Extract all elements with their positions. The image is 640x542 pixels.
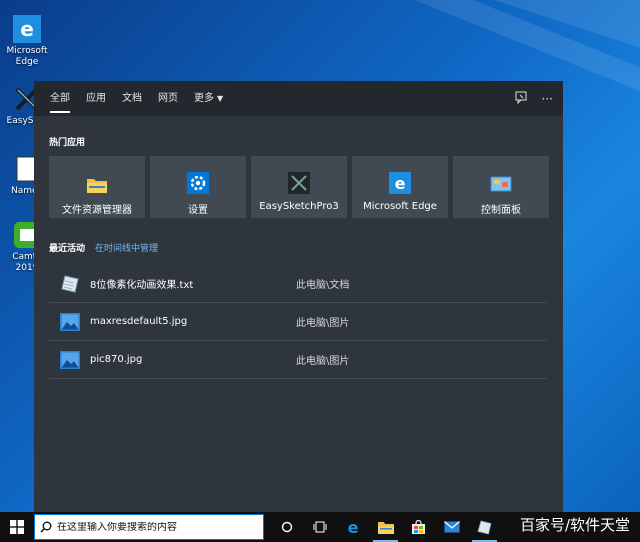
windows-logo-icon (10, 520, 24, 534)
easysketch-icon (288, 156, 310, 194)
app-name: Microsoft Edge (363, 201, 437, 212)
recent-activity-heading: 最近活动 (49, 244, 86, 254)
start-button[interactable] (0, 512, 34, 542)
list-item[interactable]: maxresdefault5.jpg 此电脑\图片 (49, 303, 547, 341)
svg-text:e: e (20, 17, 34, 41)
search-panel: 全部 应用 文档 网页 更多 ▼ ··· 热门应用 文件资源管理器 设置 Eas… (34, 81, 563, 512)
recent-activity-list: 8位像素化动画效果.txt 此电脑\文档 maxresdefault5.jpg … (49, 265, 547, 379)
recent-item-path: 此电脑\图片 (296, 318, 350, 329)
edge-icon[interactable]: e (336, 512, 369, 542)
mail-icon[interactable] (435, 512, 468, 542)
watermark-text: 百家号/软件天堂 (519, 516, 630, 534)
tab-all[interactable]: 全部 (42, 81, 78, 116)
app-tile-easysketch[interactable]: EasySketchPro3 (251, 156, 347, 218)
edge-icon: e (389, 156, 411, 194)
taskbar-search-box[interactable] (34, 514, 264, 540)
gear-icon (187, 156, 209, 194)
app-name: 设置 (188, 205, 208, 216)
edge-icon: e (12, 14, 42, 44)
recent-item-path: 此电脑\文档 (296, 280, 350, 291)
recent-item-path: 此电脑\图片 (296, 356, 350, 367)
cortana-icon[interactable] (270, 512, 303, 542)
more-options-icon[interactable]: ··· (542, 92, 553, 106)
file-explorer-icon[interactable] (369, 512, 402, 542)
app-tile-settings[interactable]: 设置 (150, 156, 246, 218)
recent-activity-header: 最近活动 在时间线中管理 (49, 241, 158, 254)
image-icon (59, 349, 81, 371)
chevron-down-icon: ▼ (217, 94, 224, 103)
search-tab-bar: 全部 应用 文档 网页 更多 ▼ ··· (34, 81, 563, 116)
search-icon (35, 521, 57, 533)
notepad-icon (59, 273, 81, 295)
tab-documents[interactable]: 文档 (114, 81, 150, 116)
tab-apps[interactable]: 应用 (78, 81, 114, 116)
top-apps-list: 文件资源管理器 设置 EasySketchPro3 e Microsoft Ed… (49, 156, 549, 218)
tab-web[interactable]: 网页 (150, 81, 186, 116)
image-icon (59, 311, 81, 333)
desktop-icon-edge[interactable]: e Microsoft Edge (4, 14, 50, 68)
notepad-icon[interactable] (468, 512, 501, 542)
tab-more-label: 更多 (194, 93, 214, 104)
list-item[interactable]: pic870.jpg 此电脑\图片 (49, 341, 547, 379)
svg-text:e: e (347, 519, 358, 535)
store-icon[interactable] (402, 512, 435, 542)
list-item[interactable]: 8位像素化动画效果.txt 此电脑\文档 (49, 265, 547, 303)
app-name: EasySketchPro3 (259, 201, 339, 212)
feedback-icon[interactable] (515, 91, 528, 107)
app-name: 控制面板 (481, 205, 521, 216)
folder-icon (86, 156, 108, 194)
app-tile-file-explorer[interactable]: 文件资源管理器 (49, 156, 145, 218)
desktop-icon-label: Microsoft Edge (6, 46, 48, 67)
app-tile-control-panel[interactable]: 控制面板 (453, 156, 549, 218)
top-apps-heading: 热门应用 (49, 138, 86, 148)
recent-item-name: pic870.jpg (90, 354, 143, 365)
recent-item-name: maxresdefault5.jpg (90, 316, 188, 327)
app-tile-edge[interactable]: e Microsoft Edge (352, 156, 448, 218)
manage-timeline-link[interactable]: 在时间线中管理 (95, 241, 158, 254)
svg-text:e: e (395, 174, 406, 193)
tab-more[interactable]: 更多 ▼ (186, 81, 231, 116)
recent-item-name: 8位像素化动画效果.txt (90, 280, 194, 291)
task-view-icon[interactable] (303, 512, 336, 542)
search-input[interactable] (57, 521, 257, 533)
control-panel-icon (490, 156, 512, 194)
app-name: 文件资源管理器 (62, 205, 132, 216)
